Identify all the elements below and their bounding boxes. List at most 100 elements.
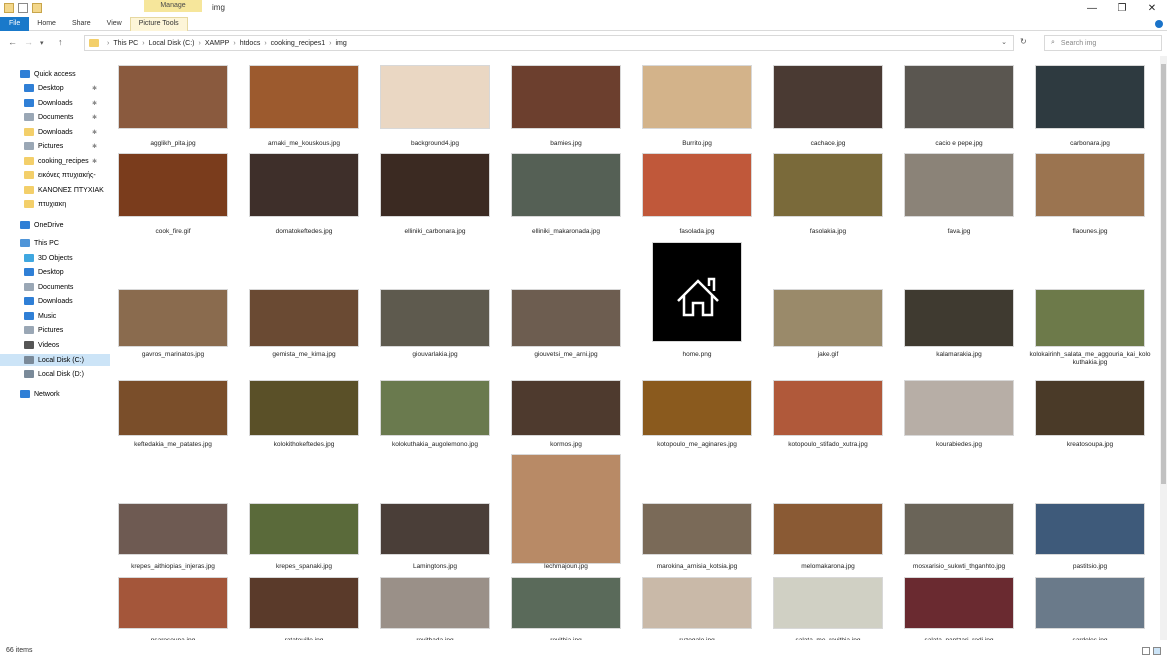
- close-button[interactable]: ✕: [1137, 0, 1167, 18]
- nav-item[interactable]: 3D Objects: [0, 252, 73, 264]
- file-thumbnail: [249, 577, 359, 629]
- nav-item[interactable]: This PC: [0, 237, 59, 249]
- chevron-right-icon: ›: [264, 39, 267, 47]
- home-icon: [652, 242, 742, 342]
- file-name: kolokuthakia_augolemono.jpg: [391, 441, 478, 448]
- nav-item[interactable]: OneDrive: [0, 219, 64, 231]
- download-icon: [24, 99, 34, 107]
- minimize-button[interactable]: —: [1077, 0, 1107, 18]
- breadcrumb-xampp[interactable]: XAMPP: [205, 40, 230, 47]
- breadcrumb-htdocs[interactable]: htdocs: [240, 40, 261, 47]
- nav-item[interactable]: Desktop ✱: [0, 82, 97, 94]
- file-name: kotopoulo_stifado_xutra.jpg: [788, 441, 868, 448]
- file-name: psarosoupa.jpg: [112, 637, 234, 640]
- file-thumbnail: [773, 153, 883, 217]
- nav-item-label: Downloads: [38, 297, 73, 305]
- back-button[interactable]: ←: [8, 37, 17, 47]
- file-thumbnail: [642, 503, 752, 555]
- tab-home[interactable]: Home: [29, 17, 64, 31]
- nav-item[interactable]: Downloads ✱: [0, 126, 97, 138]
- file-thumbnail: [380, 65, 490, 129]
- nav-item[interactable]: Pictures: [0, 324, 63, 336]
- pin-icon[interactable]: ✱: [92, 129, 97, 136]
- documents-icon: [24, 113, 34, 121]
- pin-icon[interactable]: ✱: [92, 143, 97, 150]
- desktop-icon: [24, 84, 34, 92]
- file-thumbnail: [511, 380, 621, 436]
- properties-icon[interactable]: [18, 3, 28, 13]
- nav-item-label: Videos: [38, 341, 60, 349]
- nav-item[interactable]: Music: [0, 310, 56, 322]
- recent-locations-button[interactable]: ▾: [40, 39, 44, 47]
- pin-icon[interactable]: ✱: [92, 158, 97, 165]
- music-icon: [24, 312, 34, 320]
- file-thumbnail: [773, 289, 883, 347]
- file-name: jake.gif: [817, 351, 839, 358]
- nav-item[interactable]: Network: [0, 388, 60, 400]
- file-name: giouvetsi_me_arni.jpg: [534, 351, 598, 358]
- chevron-right-icon: ›: [107, 39, 110, 47]
- nav-item[interactable]: Desktop: [0, 266, 64, 278]
- manage-context-tab[interactable]: Manage: [144, 0, 202, 12]
- nav-item[interactable]: πτυχιακη: [0, 198, 66, 210]
- file-name: fasolada.jpg: [679, 228, 715, 235]
- window-controls: — ❐ ✕: [1077, 0, 1167, 18]
- new-folder-icon[interactable]: [32, 3, 42, 13]
- nav-item[interactable]: Quick access: [0, 68, 76, 80]
- maximize-button[interactable]: ❐: [1107, 0, 1137, 18]
- tab-view[interactable]: View: [99, 17, 130, 31]
- address-dropdown-button[interactable]: ⌄: [1001, 38, 1007, 46]
- file-thumbnail: [1035, 289, 1145, 347]
- nav-item[interactable]: Pictures ✱: [0, 140, 97, 152]
- breadcrumb-local-disk-c[interactable]: Local Disk (C:): [149, 40, 195, 47]
- tab-share[interactable]: Share: [64, 17, 99, 31]
- drive-icon: [24, 356, 34, 364]
- file-thumbnail: [118, 503, 228, 555]
- desktop-icon: [24, 268, 34, 276]
- chevron-right-icon: ›: [198, 39, 201, 47]
- nav-item[interactable]: Documents: [0, 281, 73, 293]
- file-name: kormos.jpg: [550, 441, 582, 448]
- nav-item[interactable]: cooking_recipes ✱: [0, 155, 97, 167]
- nav-item[interactable]: ΚΑΝΟΝΕΣ ΠΤΥΧΙΑΚ: [0, 184, 104, 196]
- tab-file[interactable]: File: [0, 16, 30, 31]
- address-bar[interactable]: › This PC › Local Disk (C:) › XAMPP › ht…: [84, 35, 1014, 51]
- file-name: background4.jpg: [410, 140, 460, 147]
- nav-item[interactable]: Downloads ✱: [0, 97, 97, 109]
- breadcrumb-img[interactable]: img: [336, 40, 347, 47]
- file-name: agglikh_pita.jpg: [150, 140, 196, 147]
- details-view-icon[interactable]: [1142, 647, 1150, 655]
- file-name: kotopoulo_me_aginares.jpg: [657, 441, 737, 448]
- navigation-pane: Quick access Desktop ✱ Downloads ✱ Documents ✱…: [0, 60, 112, 640]
- up-button[interactable]: ↑: [58, 37, 63, 47]
- large-icons-view-icon[interactable]: [1153, 647, 1161, 655]
- pin-icon[interactable]: ✱: [92, 85, 97, 92]
- file-thumbnail: [511, 289, 621, 347]
- refresh-button[interactable]: ↻: [1020, 37, 1027, 46]
- nav-item[interactable]: Documents ✱: [0, 111, 97, 123]
- folder-icon: [24, 186, 34, 194]
- nav-item[interactable]: Local Disk (C:): [0, 354, 110, 366]
- file-thumbnail: [904, 380, 1014, 436]
- tab-picture-tools[interactable]: Picture Tools: [129, 16, 188, 31]
- search-box[interactable]: ⌕ Search img: [1044, 35, 1162, 51]
- vertical-scrollbar[interactable]: [1160, 56, 1167, 640]
- nav-item[interactable]: Downloads: [0, 295, 73, 307]
- file-thumbnail: [773, 577, 883, 629]
- pictures-icon: [24, 326, 34, 334]
- nav-item[interactable]: Local Disk (D:): [0, 368, 84, 380]
- nav-item[interactable]: Videos: [0, 339, 59, 351]
- forward-button[interactable]: →: [24, 37, 33, 47]
- nav-item[interactable]: εικόνες πτυχιακής-: [0, 169, 96, 181]
- breadcrumb-cooking-recipes1[interactable]: cooking_recipes1: [271, 40, 325, 47]
- nav-item-label: Downloads: [38, 128, 73, 136]
- file-thumbnail: [642, 380, 752, 436]
- nav-item-label: εικόνες πτυχιακής-: [38, 171, 96, 179]
- scrollbar-thumb[interactable]: [1161, 64, 1166, 484]
- pin-icon[interactable]: ✱: [92, 100, 97, 107]
- file-thumbnail: [380, 153, 490, 217]
- nav-item-label: OneDrive: [34, 221, 64, 229]
- pin-icon[interactable]: ✱: [92, 114, 97, 121]
- breadcrumb-this-pc[interactable]: This PC: [113, 40, 138, 47]
- file-name: elliniki_makaronada.jpg: [532, 228, 600, 235]
